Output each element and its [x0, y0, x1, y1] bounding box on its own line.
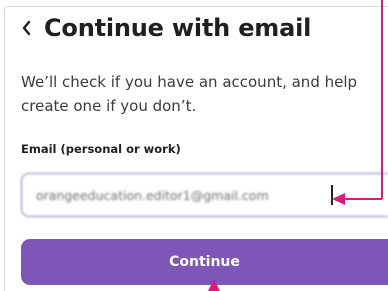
- page-title: Continue with email: [44, 14, 312, 42]
- chevron-left-icon[interactable]: [18, 15, 34, 41]
- dialog-description: We’ll check if you have an account, and …: [21, 73, 358, 115]
- continue-button[interactable]: Continue: [21, 239, 388, 285]
- email-field[interactable]: [21, 173, 388, 217]
- dialog-header: Continue with email: [18, 14, 311, 42]
- screenshot-stage: Continue with email We’ll check if you h…: [0, 0, 388, 291]
- text-cursor: [331, 185, 333, 205]
- email-field-label: Email (personal or work): [21, 142, 181, 156]
